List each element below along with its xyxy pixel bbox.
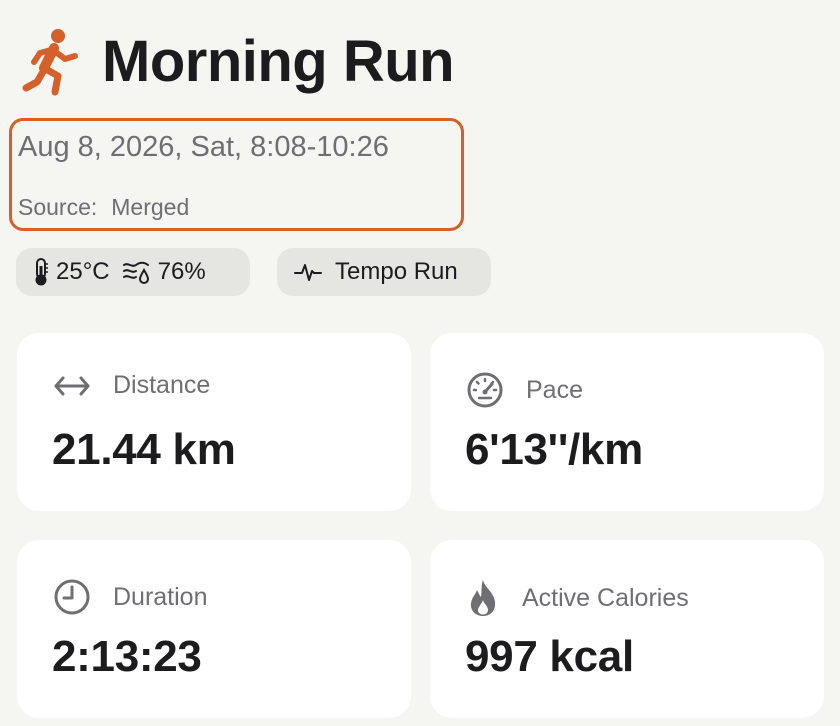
thermometer-icon (35, 258, 48, 286)
workout-meta-highlight: Aug 8, 2026, Sat, 8:08-10:26 Source: Merg… (9, 118, 464, 231)
stat-card-distance: Distance 21.44 km (17, 333, 411, 511)
stat-value: 21.44 km (52, 425, 236, 474)
heart-pulse-icon (294, 264, 322, 281)
humidity-icon (122, 261, 149, 284)
stat-card-calories: Active Calories 997 kcal (430, 540, 824, 718)
workout-type-value: Tempo Run (335, 258, 458, 285)
flame-icon (470, 580, 496, 616)
temperature-value: 25°C (56, 258, 110, 285)
stat-value: 2:13:23 (52, 632, 202, 681)
source-value: Merged (111, 194, 190, 220)
workout-title: Morning Run (102, 29, 455, 94)
source-label: Source: (18, 194, 98, 220)
workout-source: Source: Merged (18, 194, 189, 221)
stat-value: 997 kcal (465, 632, 634, 681)
workout-date-time: Aug 8, 2026, Sat, 8:08-10:26 (18, 131, 389, 163)
stat-value: 6'13''/km (465, 425, 643, 474)
stat-label: Active Calories (522, 583, 689, 612)
runner-icon (22, 29, 78, 96)
stat-label: Pace (526, 375, 583, 404)
workout-header: Morning Run (20, 22, 455, 102)
stat-card-pace: Pace 6'13''/km (430, 333, 824, 511)
weather-pill: 25°C 76% (16, 248, 250, 296)
stat-label: Duration (113, 582, 208, 611)
humidity-value: 76% (157, 258, 206, 285)
distance-icon (54, 376, 90, 395)
stat-card-duration: Duration 2:13:23 (17, 540, 411, 718)
stat-label: Distance (113, 371, 211, 399)
speedometer-icon (467, 372, 503, 408)
clock-icon (54, 579, 90, 615)
workout-type-pill: Tempo Run (277, 248, 491, 296)
